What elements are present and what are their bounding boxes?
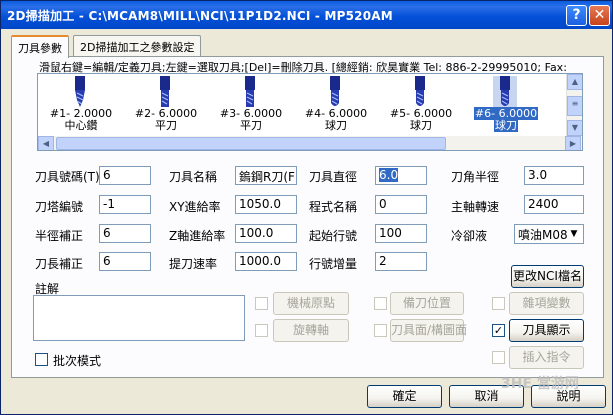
tool-item[interactable]: #3- 6.0000 平刀 (216, 74, 286, 136)
help-title-button[interactable]: ? (566, 5, 587, 26)
tool-image (153, 76, 177, 108)
notes-textarea[interactable] (33, 295, 245, 341)
tool-number-label: 刀具號碼(T) (35, 170, 100, 184)
tool-diameter-input[interactable]: 6.0 (375, 166, 427, 185)
tool-item[interactable]: #2- 6.0000 平刀 (131, 74, 201, 136)
ok-button[interactable]: 確定 (367, 385, 442, 408)
tool-item[interactable]: #1- 2.0000 中心鑽 (46, 74, 116, 136)
corner-radius-input[interactable]: 3.0 (524, 166, 584, 185)
tool-diameter-value: 6.0 (379, 168, 399, 182)
hscroll-thumb[interactable] (56, 137, 446, 150)
length-comp-input[interactable]: 6 (99, 252, 151, 271)
program-name-input[interactable]: 0 (375, 195, 427, 214)
title-bar: 2D掃描加工 - C:\MCAM8\MILL\NCI\11P1D2.NCI - … (1, 1, 612, 29)
xy-feed-input[interactable]: 1050.0 (235, 195, 297, 214)
spindle-speed-input[interactable]: 2400 (524, 195, 584, 214)
tab-2d-scan-parameters[interactable]: 2D掃描加工之參數設定 (73, 35, 202, 57)
start-line-input[interactable]: 100 (375, 224, 427, 243)
tool-item[interactable]: #6- 6.0000 球刀 (471, 74, 541, 136)
tool-label: #4- 6.0000 球刀 (301, 108, 371, 132)
scroll-left-icon[interactable]: ◀ (38, 136, 54, 150)
rename-nci-button[interactable]: 更改NCI檔名 (511, 265, 584, 288)
xy-feed-label: XY進給率 (169, 200, 221, 214)
misc-values-checkbox[interactable] (492, 297, 505, 310)
tool-label-type: 球刀 (410, 119, 432, 132)
flat-endmill-icon (245, 76, 255, 107)
scroll-down-icon[interactable]: ▼ (567, 120, 582, 136)
ball-endmill-icon (493, 76, 517, 108)
tool-label-type: 中心鑽 (64, 119, 98, 132)
tool-display-button[interactable]: 刀具顯示 (509, 319, 584, 342)
tab-tool-parameters[interactable]: 刀具參數 (11, 35, 69, 58)
ball-endmill-icon (415, 76, 425, 106)
z-feed-label: Z軸進給率 (169, 229, 226, 243)
tool-plane-button[interactable]: 刀具面/構圖面 (390, 319, 467, 342)
coolant-value: 噴油M08 (518, 228, 568, 242)
turret-input[interactable]: -1 (99, 195, 151, 214)
batch-mode-checkbox[interactable] (35, 353, 48, 366)
insert-command-checkbox[interactable] (492, 351, 505, 364)
tool-position-button[interactable]: 備刀位置 (390, 292, 464, 315)
tool-label: #1- 2.0000 中心鑽 (46, 108, 116, 132)
chevron-down-icon[interactable]: ▼ (566, 226, 582, 242)
machine-origin-button[interactable]: 機械原點 (273, 292, 349, 315)
tool-number-input[interactable]: 6 (99, 166, 151, 185)
tool-image (493, 76, 517, 108)
rotary-axis-button[interactable]: 旋轉軸 (273, 319, 349, 342)
scroll-up-icon[interactable]: ▲ (567, 74, 582, 90)
scroll-thumb[interactable]: ≡ (567, 96, 582, 116)
program-name-label: 程式名稱 (309, 200, 358, 214)
tool-library-list[interactable]: #7-B#6- 6.0000球刀#5- 6.0000球刀#4- 6.0000球刀… (37, 73, 583, 151)
tool-name-label: 刀具名稱 (169, 170, 218, 184)
coolant-label: 冷卻液 (451, 229, 488, 243)
center-drill-icon (75, 76, 85, 107)
turret-label: 刀塔編號 (35, 200, 84, 214)
radius-comp-input[interactable]: 6 (99, 224, 151, 243)
tool-image (323, 76, 347, 108)
machine-origin-checkbox[interactable] (255, 297, 268, 310)
radius-comp-label: 半徑補正 (35, 229, 84, 243)
tool-label-type: 球刀 (494, 119, 518, 132)
line-increment-input[interactable]: 2 (375, 252, 427, 271)
close-button[interactable]: ✕ (589, 5, 610, 26)
tool-image (238, 76, 262, 108)
tool-label: #3- 6.0000 平刀 (216, 108, 286, 132)
tool-label-type: 平刀 (240, 119, 262, 132)
watermark-text: 3HE 當游网 (501, 376, 579, 392)
tool-list-vscroll[interactable]: ▲ ≡ ▼ (566, 74, 582, 136)
tool-label: #2- 6.0000 平刀 (131, 108, 201, 132)
tool-label: #5- 6.0000 球刀 (386, 108, 456, 132)
corner-radius-label: 刀角半徑 (451, 170, 500, 184)
ball-endmill-icon (330, 76, 340, 106)
retract-rate-input[interactable]: 1000.0 (235, 252, 297, 271)
start-line-label: 起始行號 (309, 229, 358, 243)
tool-image (68, 76, 92, 108)
rotary-axis-checkbox[interactable] (255, 324, 268, 337)
insert-command-button[interactable]: 插入指令 (509, 346, 584, 369)
window-title: 2D掃描加工 - C:\MCAM8\MILL\NCI\11P1D2.NCI - … (7, 9, 393, 23)
tool-label-type: 球刀 (325, 119, 347, 132)
tool-item[interactable]: #4- 6.0000 球刀 (301, 74, 371, 136)
misc-values-button[interactable]: 雜項變數 (509, 292, 584, 315)
tool-name-input[interactable]: 鎢鋼R刀(F (235, 166, 297, 185)
z-feed-input[interactable]: 100.0 (235, 224, 297, 243)
retract-rate-label: 提刀速率 (169, 257, 218, 271)
tool-image (408, 76, 432, 108)
tool-diameter-label: 刀具直徑 (309, 170, 358, 184)
line-increment-label: 行號增量 (309, 257, 358, 271)
coolant-select[interactable]: 噴油M08 ▼ (514, 224, 584, 244)
scroll-right-icon[interactable]: ▶ (565, 136, 581, 150)
tool-list-hscroll[interactable]: ◀ ▶ (38, 136, 582, 150)
length-comp-label: 刀長補正 (35, 257, 84, 271)
batch-mode-label: 批次模式 (53, 354, 102, 368)
tool-item[interactable]: #5- 6.0000 球刀 (386, 74, 456, 136)
dialog-window: 2D掃描加工 - C:\MCAM8\MILL\NCI\11P1D2.NCI - … (0, 0, 613, 415)
tool-position-checkbox[interactable] (374, 297, 387, 310)
spindle-speed-label: 主軸轉速 (451, 200, 500, 214)
tool-label: #6- 6.0000 球刀 (471, 107, 541, 132)
tool-plane-checkbox[interactable] (374, 324, 387, 337)
tool-display-checkbox[interactable]: ✓ (492, 324, 505, 337)
flat-endmill-icon (160, 76, 170, 107)
tool-label-type: 平刀 (155, 119, 177, 132)
